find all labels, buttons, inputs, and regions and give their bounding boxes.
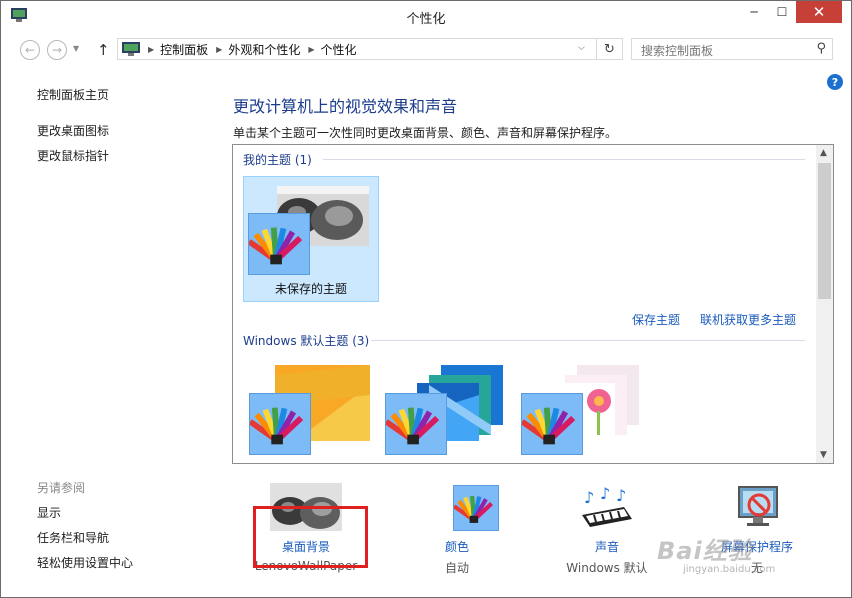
group-divider [371,340,805,341]
page-description: 单击某个主题可一次性同时更改桌面背景、颜色、声音和屏幕保护程序。 [233,126,618,140]
control-panel-home-link[interactable]: 控制面板主页 [37,86,109,103]
color-value: 自动 [444,561,469,575]
color-palette-icon [452,485,499,531]
watermark-url: jingyan.baidu.com [683,564,776,575]
get-more-themes-link[interactable]: 联机获取更多主题 [700,311,796,328]
control-panel-icon [122,42,140,56]
breadcrumb-separator-icon: ▶ [308,44,315,54]
display-link[interactable]: 显示 [37,504,61,521]
breadcrumb-personalization[interactable]: 个性化 [321,41,357,58]
page-title: 更改计算机上的视觉效果和声音 [233,97,458,116]
recent-locations-dropdown[interactable]: ▼ [73,44,79,53]
sounds-button[interactable]: ♪ ♪ ♪ 声音 Windows 默认 [547,483,667,583]
address-bar[interactable]: ▶ 控制面板 ▶ 外观和个性化 ▶ 个性化 ⌵ ↻ [117,38,623,60]
group-divider [323,159,805,160]
svg-text:♪: ♪ [600,485,610,503]
theme-list[interactable]: 我的主题 (1) 未保存的主题 保存主题 联机获取更多主题 Windows 默认… [232,144,834,464]
up-button[interactable]: ↑ [97,41,110,59]
scroll-thumb[interactable] [818,163,831,299]
color-palette-icon [247,213,310,275]
sounds-value: Windows 默认 [566,561,648,575]
ease-of-access-link[interactable]: 轻松使用设置中心 [37,554,133,571]
close-button[interactable]: ✕ [796,1,842,23]
scroll-down-icon[interactable]: ▼ [820,450,827,460]
screensaver-icon [738,486,778,526]
breadcrumb-separator-icon: ▶ [148,44,155,54]
breadcrumb-control-panel[interactable]: 控制面板 [160,41,208,58]
breadcrumb-appearance[interactable]: 外观和个性化 [228,41,300,58]
color-palette-icon [520,393,583,455]
window-title: 个性化 [406,12,446,27]
breadcrumb-separator-icon: ▶ [216,44,223,54]
help-icon[interactable]: ? [827,74,843,90]
search-input[interactable]: 搜索控制面板 ⚲ [631,38,833,60]
search-placeholder: 搜索控制面板 [641,44,714,58]
change-desktop-icons-link[interactable]: 更改桌面图标 [37,122,109,139]
maximize-button[interactable]: ☐ [768,1,796,23]
color-label: 颜色 [444,540,469,554]
highlight-annotation [253,506,368,568]
taskbar-navigation-link[interactable]: 任务栏和导航 [37,529,109,546]
svg-text:♪: ♪ [584,488,594,507]
windows-theme-tile[interactable] [248,365,371,463]
watermark-logo: Bai经验 [657,537,753,565]
refresh-button[interactable]: ↻ [596,38,622,60]
unsaved-theme-label: 未保存的主题 [274,282,347,296]
see-also-heading: 另请参阅 [37,481,86,495]
sounds-label: 声音 [594,540,619,554]
navigation-bar: ← → ▼ ↑ ▶ 控制面板 ▶ 外观和个性化 ▶ 个性化 ⌵ ↻ 搜索控制面板… [1,31,851,69]
personalization-window: 个性化 ─ ☐ ✕ ← → ▼ ↑ ▶ 控制面板 ▶ 外观和个性化 ▶ 个性化 … [0,0,852,598]
windows-theme-tile[interactable] [384,365,507,463]
color-palette-icon [248,393,311,455]
theme-list-scrollbar[interactable]: ▲ ▼ [816,145,833,463]
address-history-dropdown[interactable]: ⌵ [578,43,585,53]
color-palette-icon [384,393,447,455]
unsaved-theme-tile[interactable]: 未保存的主题 [243,176,379,302]
sounds-icon: ♪ ♪ ♪ [582,485,632,527]
search-icon[interactable]: ⚲ [816,41,826,56]
svg-text:♪: ♪ [616,486,626,505]
back-button[interactable]: ← [20,40,40,60]
scroll-up-icon[interactable]: ▲ [820,148,827,158]
my-themes-heading: 我的主题 (1) [243,153,312,167]
minimize-button[interactable]: ─ [740,1,768,23]
save-theme-link[interactable]: 保存主题 [632,311,680,328]
forward-button[interactable]: → [47,40,67,60]
change-mouse-pointer-link[interactable]: 更改鼠标指针 [37,147,109,164]
windows-theme-tile[interactable] [520,365,643,463]
title-bar: 个性化 ─ ☐ ✕ [1,1,851,31]
color-button[interactable]: 颜色 自动 [397,483,517,583]
windows-themes-heading: Windows 默认主题 (3) [243,334,370,348]
